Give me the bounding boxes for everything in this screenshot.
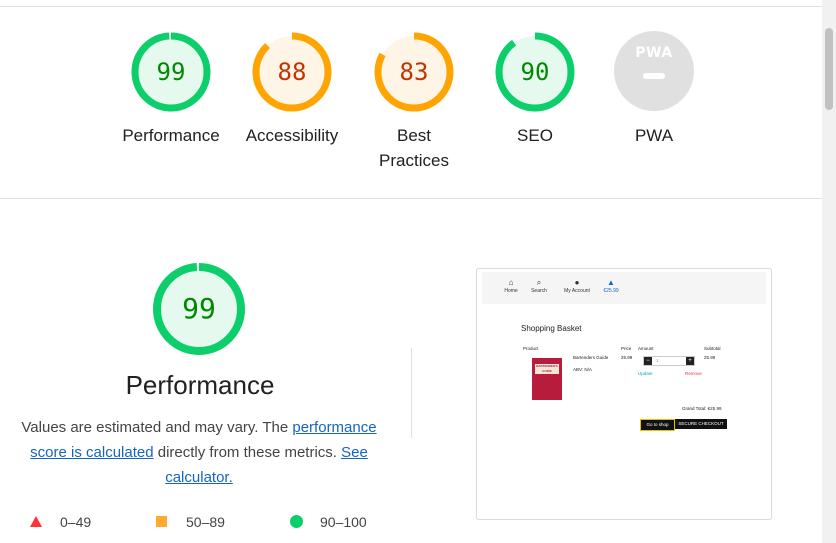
scrollbar-thumb[interactable] xyxy=(825,28,833,110)
score-gauge-3[interactable]: 90 xyxy=(493,30,577,114)
thumb-book-title: BARTENDER'S GUIDE xyxy=(535,364,559,374)
orange-square-icon xyxy=(156,516,167,527)
thumb-product-name: Bartenders Guide xyxy=(573,355,609,360)
score-label-line: Performance xyxy=(122,126,220,145)
score-label[interactable]: Best Practices xyxy=(349,123,479,173)
performance-score: 99 xyxy=(182,292,216,325)
performance-description: Values are estimated and may vary. The p… xyxy=(18,415,380,490)
home-icon: ⌂ xyxy=(508,278,514,287)
section-divider xyxy=(0,198,822,199)
thumb-subtotal: 25.99 xyxy=(704,355,716,360)
thumb-remove-link: Remove xyxy=(685,371,702,376)
thumb-nav-basket: ▲ €25.99 xyxy=(596,278,626,294)
basket-icon: ▲ xyxy=(607,278,615,287)
score-label-line: SEO xyxy=(517,126,553,145)
thumb-navbar: ⌂ Home ⌕ Search ● My Account ▲ €25.99 xyxy=(482,272,766,304)
thumb-nav-account: ● My Account xyxy=(562,278,592,294)
pwa-badge-text: PWA xyxy=(635,45,673,61)
thumb-checkout: SECURE CHECKOUT xyxy=(675,419,727,429)
minus-icon: − xyxy=(644,357,652,365)
thumb-go-to-shop: Go to shop xyxy=(640,419,675,431)
score-label[interactable]: Accessibility xyxy=(227,123,357,148)
final-screenshot[interactable]: ⌂ Home ⌕ Search ● My Account ▲ €25.99 Sh… xyxy=(476,268,772,520)
score-number: 90 xyxy=(520,58,550,86)
legend-pass-label: 90–100 xyxy=(320,514,367,530)
thumb-nav-basket-label: €25.99 xyxy=(603,288,619,294)
score-number: 83 xyxy=(399,58,429,86)
pwa-dash-icon xyxy=(643,73,665,79)
performance-title: Performance xyxy=(125,370,275,400)
legend-fail-label: 0–49 xyxy=(60,514,92,530)
thumb-nav-account-label: My Account xyxy=(564,288,590,294)
thumb-nav-search-label: Search xyxy=(531,288,547,294)
scrollbar[interactable] xyxy=(822,0,836,543)
score-label-line: Best xyxy=(396,126,432,145)
thumb-col-amount: Amount xyxy=(638,346,654,351)
top-divider xyxy=(0,6,822,7)
score-gauge-1[interactable]: 88 xyxy=(250,30,334,114)
score-gauge-0[interactable]: 99 xyxy=(129,30,213,114)
thumb-col-subtotal: Subtotal xyxy=(704,346,721,351)
desc-text-2: directly from these metrics. xyxy=(153,444,342,461)
thumb-grand-total: Grand Total: €25.99 xyxy=(682,406,722,411)
thumb-nav-home: ⌂ Home xyxy=(496,278,526,294)
user-icon: ● xyxy=(574,278,580,287)
pwa-label[interactable]: PWA xyxy=(589,123,719,148)
thumb-heading: Shopping Basket xyxy=(521,324,582,333)
thumb-qty-stepper: − 1 + xyxy=(643,356,695,366)
thumb-abv: ABV: N/A xyxy=(573,367,592,372)
thumb-price: 25.99 xyxy=(621,355,633,360)
thumb-update-link: Update xyxy=(638,371,653,376)
score-gauge-2[interactable]: 83 xyxy=(372,30,456,114)
thumb-book-cover: BARTENDER'S GUIDE xyxy=(532,358,562,400)
thumb-qty: 1 xyxy=(656,358,659,363)
thumb-col-price: Price xyxy=(621,346,632,351)
search-icon: ⌕ xyxy=(536,278,542,287)
score-number: 88 xyxy=(277,58,307,86)
score-number: 99 xyxy=(156,58,186,86)
thumb-nav-home-label: Home xyxy=(504,288,518,294)
pwa-badge-icon[interactable]: PWA xyxy=(614,31,694,111)
thumb-nav-search: ⌕ Search xyxy=(524,278,554,294)
green-circle-icon xyxy=(290,515,303,528)
performance-gauge: 99 xyxy=(153,263,245,355)
score-label[interactable]: SEO xyxy=(470,123,600,148)
legend-average-label: 50–89 xyxy=(186,514,225,530)
score-label-line: Practices xyxy=(379,151,449,170)
plus-icon: + xyxy=(686,357,694,365)
score-label-line: Accessibility xyxy=(245,126,339,145)
vertical-divider xyxy=(411,348,412,438)
score-label[interactable]: Performance xyxy=(106,123,236,148)
desc-text-1: Values are estimated and may vary. The xyxy=(21,419,293,436)
red-triangle-icon xyxy=(30,516,42,527)
thumb-col-product: Product xyxy=(523,346,539,351)
